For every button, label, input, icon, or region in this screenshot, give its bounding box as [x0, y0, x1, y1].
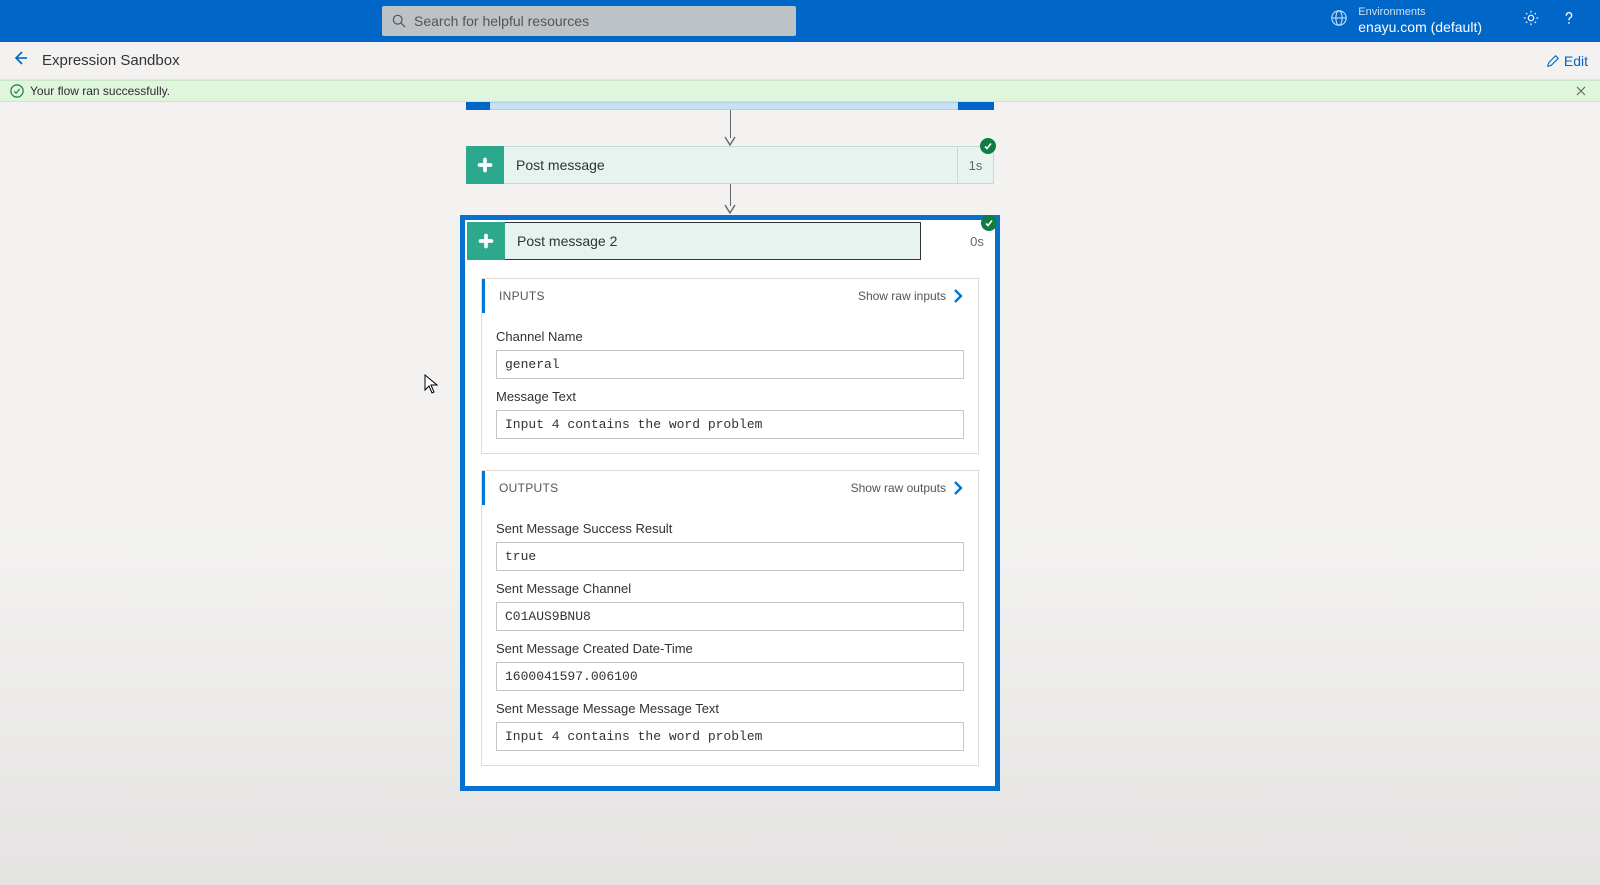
step-header[interactable]: Post message 2 [467, 222, 921, 260]
raw-inputs-label: Show raw inputs [858, 289, 946, 303]
chevron-right-icon [952, 289, 964, 303]
step-post-message[interactable]: Post message 1s [466, 146, 994, 184]
help-icon [1560, 9, 1578, 27]
success-result-value: true [496, 542, 964, 571]
slack-icon [467, 222, 505, 260]
show-raw-inputs-link[interactable]: Show raw inputs [858, 289, 964, 303]
edit-label: Edit [1564, 53, 1588, 69]
success-banner: Your flow ran successfully. [0, 80, 1600, 102]
gear-icon [1522, 9, 1540, 27]
success-message: Your flow ran successfully. [30, 84, 170, 98]
connector-arrow [466, 110, 994, 146]
environment-value: enayu.com (default) [1358, 19, 1482, 36]
step-post-message-2-expanded: Post message 2 0s INPUTS Show raw inputs… [460, 215, 1000, 791]
environment-text: Environments enayu.com (default) [1358, 6, 1482, 36]
channel-name-label: Channel Name [496, 329, 964, 344]
environment-label: Environments [1358, 6, 1482, 19]
status-success-icon [980, 138, 996, 154]
edit-button[interactable]: Edit [1546, 53, 1588, 69]
chevron-right-icon [952, 481, 964, 495]
message-text-label: Message Text [496, 389, 964, 404]
sent-channel-value: C01AUS9BNU8 [496, 602, 964, 631]
flow-canvas[interactable]: Post message 1s Post message 2 0s [0, 102, 1600, 885]
search-input[interactable]: Search for helpful resources [382, 6, 796, 36]
search-placeholder: Search for helpful resources [414, 13, 589, 29]
help-button[interactable] [1560, 9, 1578, 32]
raw-outputs-label: Show raw outputs [851, 481, 946, 495]
slack-icon [466, 146, 504, 184]
app-header: Search for helpful resources Environment… [0, 0, 1600, 42]
inputs-section-label: INPUTS [499, 289, 858, 303]
back-button[interactable] [12, 50, 28, 71]
back-arrow-icon [12, 50, 28, 66]
search-icon [392, 14, 406, 28]
outputs-panel: OUTPUTS Show raw outputs Sent Message Su… [481, 470, 979, 766]
created-datetime-label: Sent Message Created Date-Time [496, 641, 964, 656]
flow-column: Post message 1s [466, 102, 994, 214]
created-datetime-value: 1600041597.006100 [496, 662, 964, 691]
channel-name-value: general [496, 350, 964, 379]
connector-arrow [466, 184, 994, 214]
page-subheader: Expression Sandbox Edit [0, 42, 1600, 80]
page-title: Expression Sandbox [42, 52, 1546, 69]
outputs-section-label: OUTPUTS [499, 481, 851, 495]
environment-icon [1330, 9, 1348, 32]
message-text-value: Input 4 contains the word problem [496, 410, 964, 439]
show-raw-outputs-link[interactable]: Show raw outputs [851, 481, 964, 495]
success-result-label: Sent Message Success Result [496, 521, 964, 536]
settings-button[interactable] [1522, 9, 1540, 32]
sent-message-text-label: Sent Message Message Message Text [496, 701, 964, 716]
environment-picker[interactable]: Environments enayu.com (default) [1330, 6, 1588, 36]
banner-close-button[interactable] [1576, 83, 1592, 99]
sent-message-text-value: Input 4 contains the word problem [496, 722, 964, 751]
mouse-cursor-icon [424, 374, 438, 399]
step-title: Post message 2 [517, 233, 920, 249]
close-icon [1576, 86, 1586, 96]
sent-channel-label: Sent Message Channel [496, 581, 964, 596]
edit-icon [1546, 54, 1560, 68]
step-title: Post message [516, 157, 957, 173]
status-success-icon [981, 215, 997, 231]
previous-step-stub[interactable] [466, 102, 994, 110]
inputs-panel: INPUTS Show raw inputs Channel Name gene… [481, 278, 979, 454]
success-icon [10, 84, 24, 98]
